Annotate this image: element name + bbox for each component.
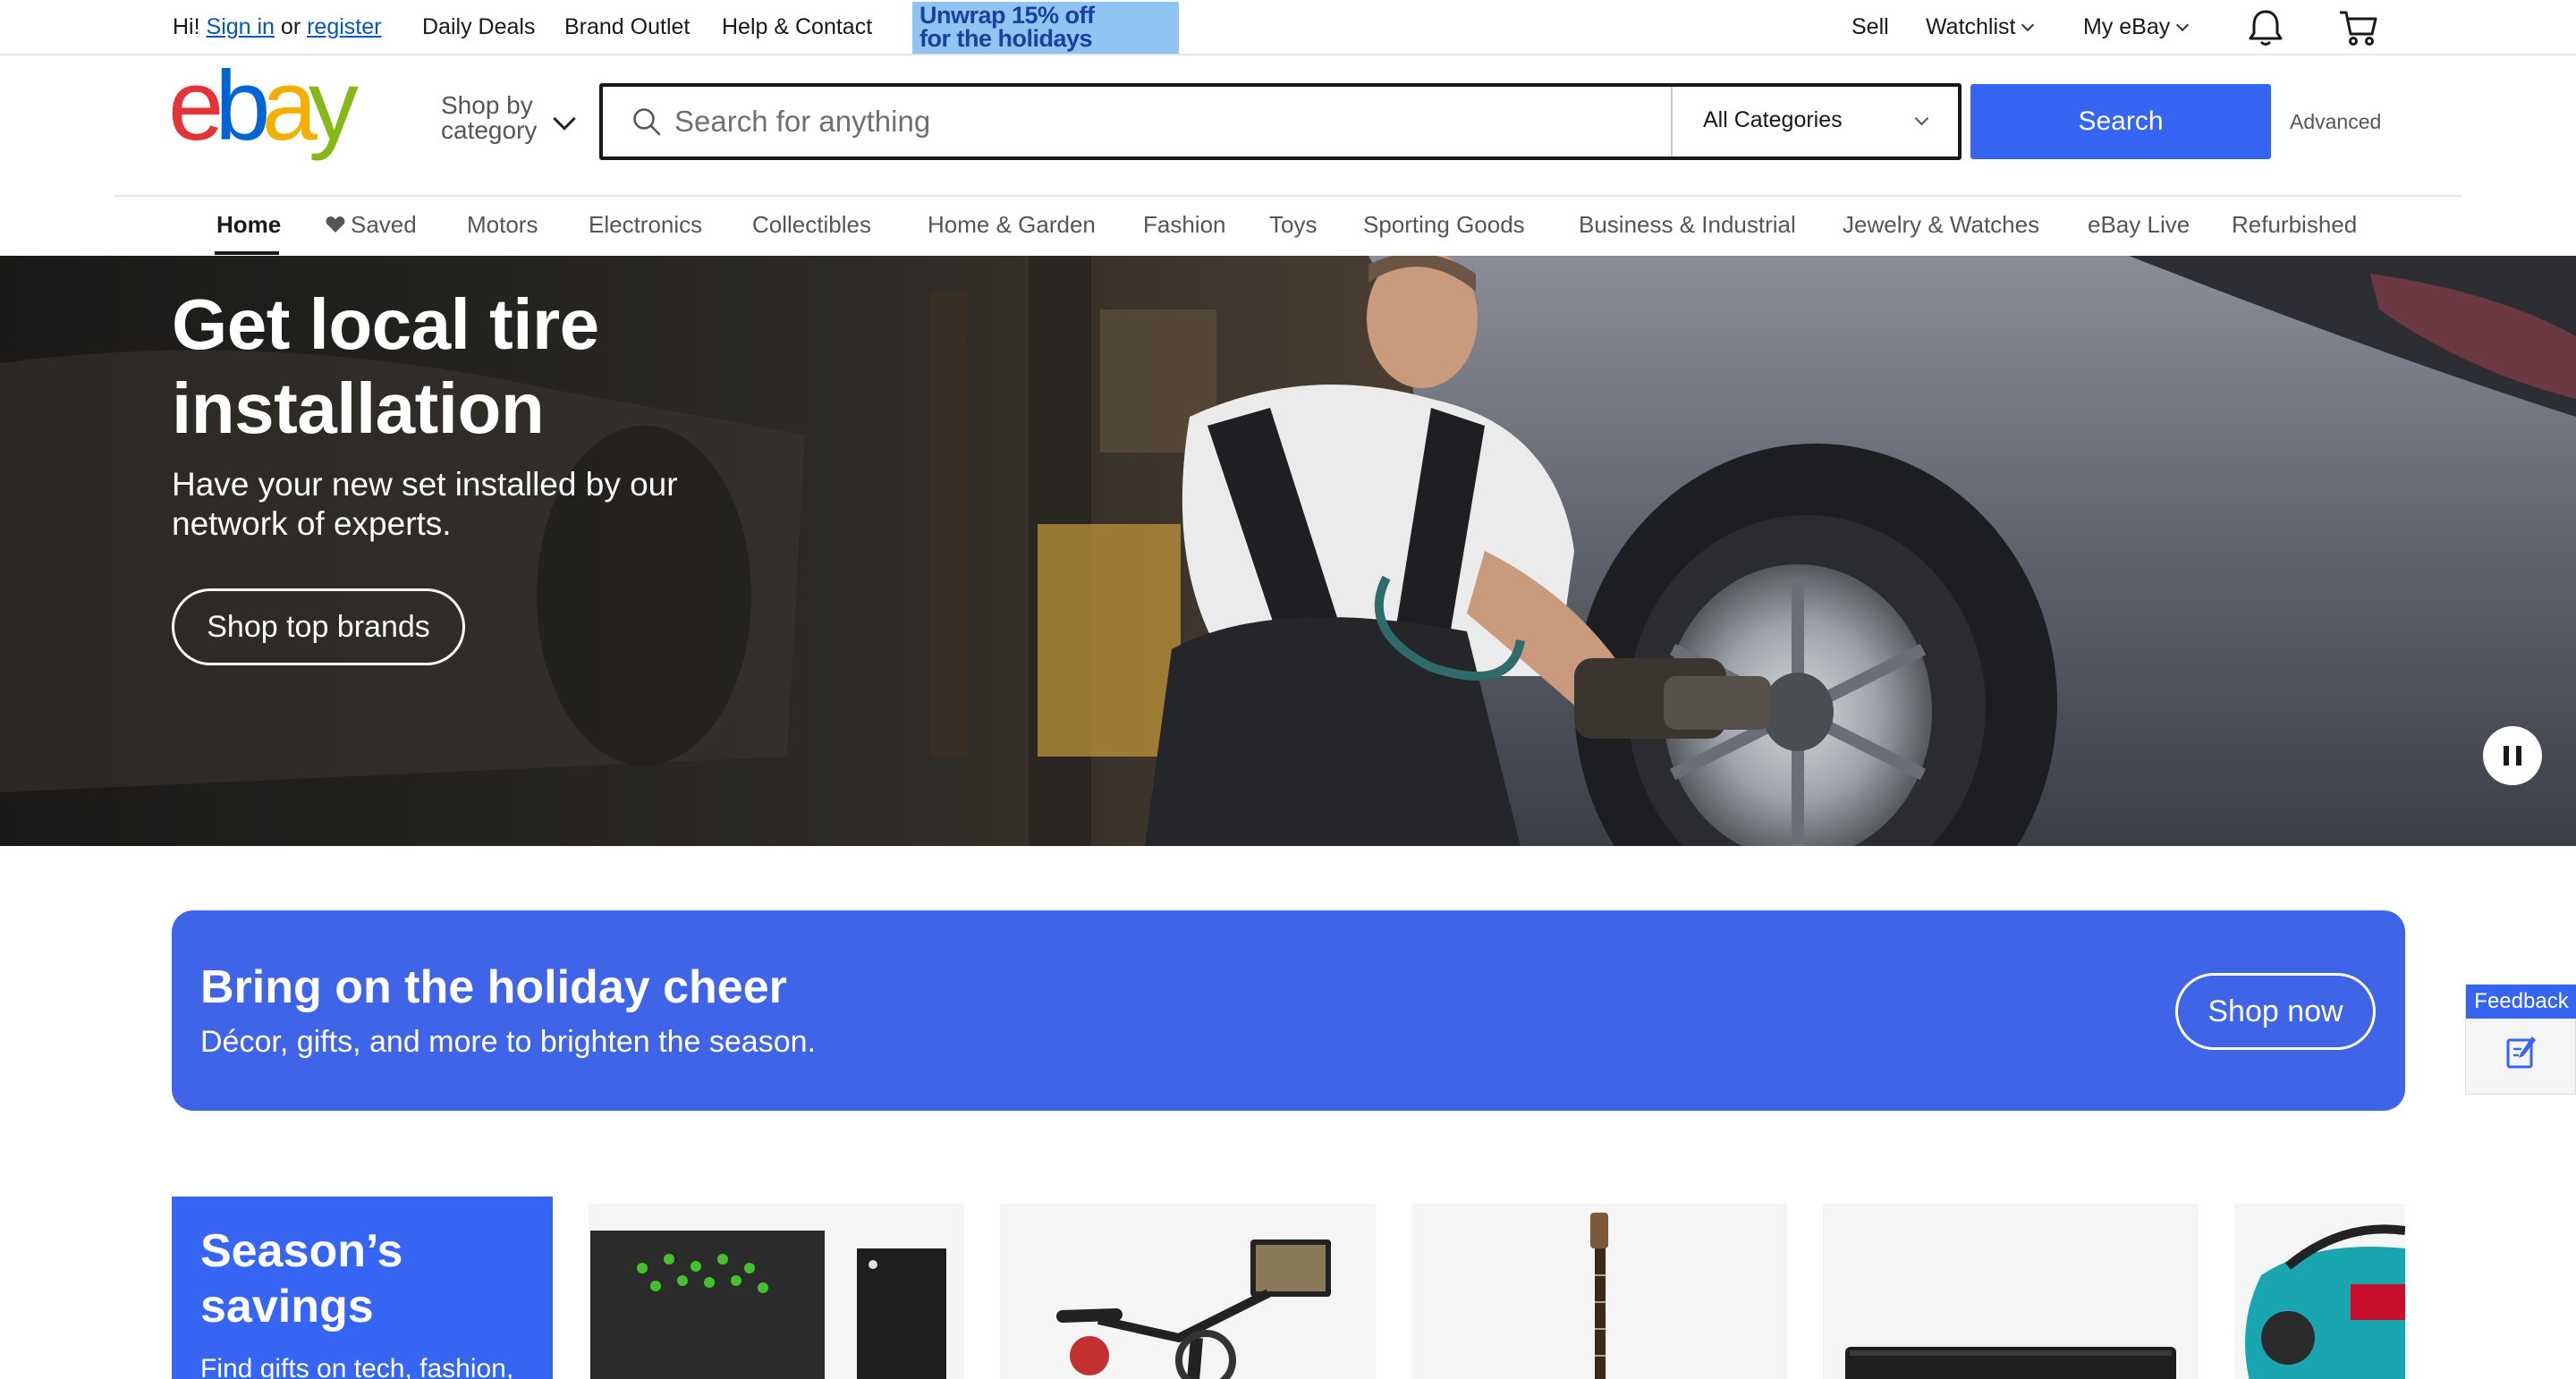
active-tab-indicator: [215, 251, 279, 255]
nav-item-fashion[interactable]: Fashion: [1143, 211, 1226, 239]
shop-now-button[interactable]: Shop now: [2175, 973, 2376, 1050]
or-label: or: [280, 14, 301, 39]
nav-item-sporting-goods[interactable]: Sporting Goods: [1363, 211, 1525, 239]
heart-icon: [326, 216, 345, 233]
product-tile-exercise-bike[interactable]: [1000, 1204, 1376, 1379]
search-icon: [631, 106, 662, 137]
watchlist-dropdown[interactable]: Watchlist: [1926, 14, 2035, 40]
pause-icon[interactable]: [2483, 726, 2542, 785]
nav-item-saved[interactable]: Saved: [326, 211, 417, 239]
nav-item-home-garden[interactable]: Home & Garden: [928, 211, 1096, 239]
hero-carousel[interactable]: Get local tire installation Have your ne…: [0, 256, 2576, 846]
shop-by-line-1: Shop by: [441, 91, 533, 119]
promo-line-1: Unwrap 15% off: [919, 2, 1095, 29]
seasons-savings-subtitle: Find gifts on tech, fashion,: [200, 1354, 514, 1379]
nav-item-toys[interactable]: Toys: [1269, 211, 1317, 239]
product-tile-guitar[interactable]: [1411, 1204, 1787, 1379]
holiday-banner-title: Bring on the holiday cheer: [200, 961, 787, 1013]
holiday-banner-subtitle: Décor, gifts, and more to brighten the s…: [200, 1025, 816, 1059]
nav-item-home[interactable]: Home: [216, 211, 281, 239]
brand-outlet-link[interactable]: Brand Outlet: [564, 14, 690, 40]
search-input[interactable]: [674, 93, 1658, 150]
search-button[interactable]: Search: [1970, 84, 2271, 159]
nav-item-collectibles[interactable]: Collectibles: [752, 211, 871, 239]
bell-icon[interactable]: [2243, 5, 2288, 50]
exercise-bike-image: [1056, 1239, 1331, 1379]
chevron-down-icon: [2176, 18, 2190, 32]
chevron-down-icon: [2021, 18, 2035, 32]
seasons-savings-card[interactable]: Season’s savings Find gifts on tech, fas…: [172, 1197, 553, 1379]
promo-line-2: for the holidays: [919, 25, 1093, 52]
product-tile-xbox[interactable]: [589, 1204, 964, 1379]
sign-in-link[interactable]: Sign in: [207, 14, 275, 39]
nav-item-electronics[interactable]: Electronics: [589, 211, 702, 239]
watchlist-label: Watchlist: [1926, 14, 2016, 39]
advanced-search-link[interactable]: Advanced: [2290, 110, 2381, 134]
svg-text:ebay: ebay: [168, 68, 359, 161]
feedback-label: Feedback: [2466, 985, 2576, 1019]
nav-divider: [114, 195, 2462, 197]
nav-item-jewelry-watches[interactable]: Jewelry & Watches: [1843, 211, 2039, 239]
holiday-banner[interactable]: Bring on the holiday cheer Décor, gifts,…: [172, 910, 2405, 1111]
register-link[interactable]: register: [307, 14, 381, 39]
top-utility-bar: Hi! Sign in or register Daily Deals Bran…: [0, 0, 2576, 55]
my-ebay-dropdown[interactable]: My eBay: [2083, 14, 2190, 40]
greeting-label: Hi!: [173, 14, 200, 39]
ebay-logo[interactable]: ebay: [168, 49, 383, 166]
nav-item-ebay-live[interactable]: eBay Live: [2088, 211, 2190, 239]
daily-deals-link[interactable]: Daily Deals: [422, 14, 535, 40]
product-tile-soundbar[interactable]: [1823, 1204, 2199, 1379]
nav-item-motors[interactable]: Motors: [467, 211, 538, 239]
nav-item-saved-label: Saved: [351, 211, 417, 238]
greeting-text: Hi! Sign in or register: [173, 14, 381, 40]
category-select[interactable]: All Categories: [1703, 107, 1843, 133]
help-contact-link[interactable]: Help & Contact: [722, 14, 872, 40]
nav-item-refurbished[interactable]: Refurbished: [2232, 211, 2357, 239]
shop-top-brands-button[interactable]: Shop top brands: [172, 588, 465, 665]
soundbar-image: [1845, 1347, 2176, 1379]
electric-guitar-image: [1590, 1213, 1608, 1379]
seasons-savings-title: Season’s savings: [200, 1225, 403, 1332]
edit-note-icon: [2505, 1035, 2538, 1070]
holiday-promo-banner[interactable]: Unwrap 15% off for the holidays: [912, 2, 1179, 54]
hero-title: Get local tire installation: [172, 284, 599, 448]
chevron-down-icon[interactable]: [553, 107, 576, 131]
my-ebay-label: My eBay: [2083, 14, 2171, 39]
xbox-console-image: [590, 1231, 946, 1379]
feedback-tab[interactable]: Feedback: [2465, 984, 2576, 1095]
power-tool-bag-image: [2245, 1224, 2405, 1379]
hero-subtitle: Have your new set installed by our netwo…: [172, 466, 678, 542]
nav-item-business-industrial[interactable]: Business & Industrial: [1579, 211, 1796, 239]
product-tile-tool-bag[interactable]: [2234, 1204, 2405, 1379]
category-divider: [1671, 87, 1673, 157]
shop-by-line-2: category: [441, 116, 538, 144]
cart-icon[interactable]: [2336, 5, 2381, 50]
sell-link[interactable]: Sell: [1852, 14, 1889, 40]
shop-by-category-button[interactable]: Shop by category: [441, 93, 537, 143]
